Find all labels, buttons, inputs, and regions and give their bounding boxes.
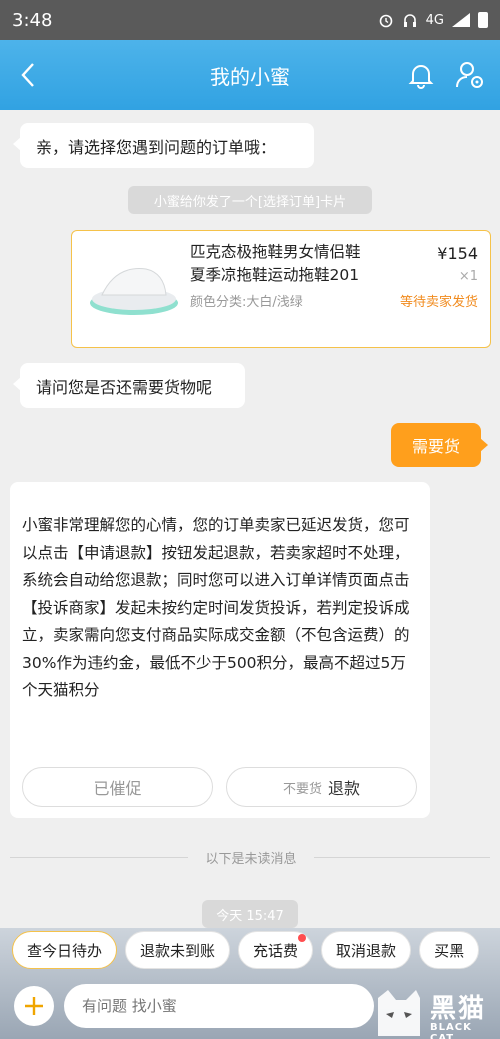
order-card[interactable]: 匹克态极拖鞋男女情侣鞋 夏季凉拖鞋运动拖鞋201 ¥154 ×1 颜色分类:大白… [71,230,491,348]
quick-reply-recharge[interactable]: 充话费 [238,931,314,969]
black-cat-logo-icon [378,990,420,1036]
headphones-icon [402,12,418,28]
back-button[interactable] [14,60,42,90]
status-bar: 3:48 4G [0,0,500,40]
order-status: 等待卖家发货 [399,295,478,310]
card-notice: 小蜜给你发了一个[选择订单]卡片 [128,186,372,214]
timestamp: 今天 15:47 [202,900,298,928]
refund-button[interactable]: 不要货 退款 [226,767,417,807]
chevron-left-icon [21,63,34,87]
status-time: 3:48 [12,9,53,31]
divider-right [314,857,490,858]
quick-reply-bar: 查今日待办 退款未到账 充话费 取消退款 买黑 [0,930,500,970]
plus-icon [25,997,43,1015]
page-title: 我的小蜜 [210,64,290,89]
slipper-image [90,268,178,315]
reply-card: 小蜜非常理解您的心情，您的订单卖家已延迟发货，您可以点击【申请退款】按钮发起退款… [10,482,430,818]
greeting-bubble: 亲，请选择您遇到问题的订单哦： [13,123,314,168]
watermark: 黑猫 BLACK CAT [372,988,498,1039]
status-icons: 4G [378,12,488,28]
quick-reply-more[interactable]: 买黑 [419,931,480,969]
network-type: 4G [425,12,444,28]
ask-goods-bubble: 请问您是否还需要货物呢 [13,363,245,408]
bell-icon [408,65,434,89]
message-input[interactable] [64,984,374,1028]
watermark-text: 黑猫 [430,994,487,1024]
divider-left [10,857,188,858]
add-button[interactable] [14,986,54,1026]
notification-dot [298,934,307,942]
user-reply-text: 需要货 [411,437,460,456]
unread-divider: 以下是未读消息 [205,852,297,867]
product-qty: ×1 [458,269,478,284]
user-settings-icon [456,62,483,88]
alarm-icon [378,12,394,28]
quick-reply-cancel-refund[interactable]: 取消退款 [321,931,412,969]
urged-button[interactable]: 已催促 [22,767,213,807]
bell-button[interactable] [406,60,436,90]
product-name: 匹克态极拖鞋男女情侣鞋 夏季凉拖鞋运动拖鞋201 [190,243,361,284]
app-header: 我的小蜜 [0,40,500,110]
greeting-text: 亲，请选择您遇到问题的订单哦： [36,137,277,157]
quick-reply-todo[interactable]: 查今日待办 [12,931,118,969]
signal-icon [452,13,470,27]
ask-goods-text: 请问您是否还需要货物呢 [36,377,213,397]
product-thumbnail [84,245,184,333]
product-price: ¥154 [437,244,478,263]
user-settings-button[interactable] [454,59,486,91]
user-reply-bubble: 需要货 [391,423,488,467]
watermark-sub: BLACK CAT [430,1022,472,1039]
battery-icon [478,12,488,28]
card-notice-text: 小蜜给你发了一个[选择订单]卡片 [153,194,347,210]
quick-reply-refund-missing[interactable]: 退款未到账 [125,931,231,969]
product-spec: 颜色分类:大白/浅绿 [190,295,303,310]
reply-text: 小蜜非常理解您的心情，您的订单卖家已延迟发货，您可以点击【申请退款】按钮发起退款… [22,516,410,699]
